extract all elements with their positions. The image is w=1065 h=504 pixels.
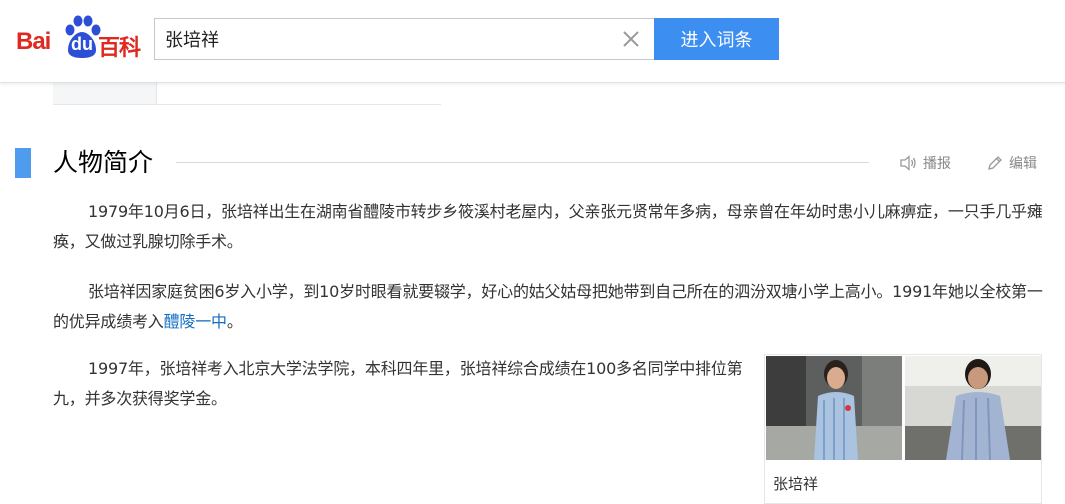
section-title: 人物简介: [53, 148, 154, 177]
photo-caption: 张培祥: [773, 475, 819, 493]
section-divider: [176, 162, 869, 163]
paragraph: 1979年10月6日，张培祥出生在湖南省醴陵市转步乡筱溪村老屋内，父亲张元贤常年…: [53, 202, 1043, 251]
section-marker: [15, 148, 31, 178]
search-input[interactable]: [165, 19, 615, 59]
table-cell: [53, 83, 157, 104]
logo-text-baike: 百科: [98, 36, 141, 61]
enter-entry-button[interactable]: 进入词条: [654, 18, 779, 60]
photo-card[interactable]: 张培祥: [764, 354, 1042, 504]
top-header: Bai du 百科 进入词条: [0, 0, 1065, 83]
infobox-table-fragment: [53, 83, 441, 105]
paragraph-text: 。: [226, 312, 243, 331]
paragraph: 张培祥因家庭贫困6岁入小学，到10岁时眼看就要辍学，好心的姑父姑母把她带到自己所…: [53, 277, 1043, 337]
edit-button[interactable]: 编辑: [987, 153, 1037, 173]
baidu-baike-logo[interactable]: Bai du 百科: [16, 14, 146, 64]
link-liling-high-school[interactable]: 醴陵一中: [164, 312, 227, 331]
play-button[interactable]: 播报: [899, 153, 951, 173]
logo-text-du: du: [71, 34, 93, 54]
close-icon[interactable]: [621, 29, 641, 49]
pencil-icon: [988, 156, 1002, 170]
edit-label: 编辑: [1009, 156, 1037, 172]
search-box: [154, 18, 654, 60]
speaker-icon: [900, 155, 916, 171]
portrait-photo[interactable]: [766, 356, 1041, 460]
paragraph: 1997年，张培祥考入北京大学法学院，本科四年里，张培祥综合成绩在100多名同学…: [53, 359, 743, 408]
logo-text-bai: Bai: [16, 28, 51, 55]
play-label: 播报: [923, 156, 951, 172]
